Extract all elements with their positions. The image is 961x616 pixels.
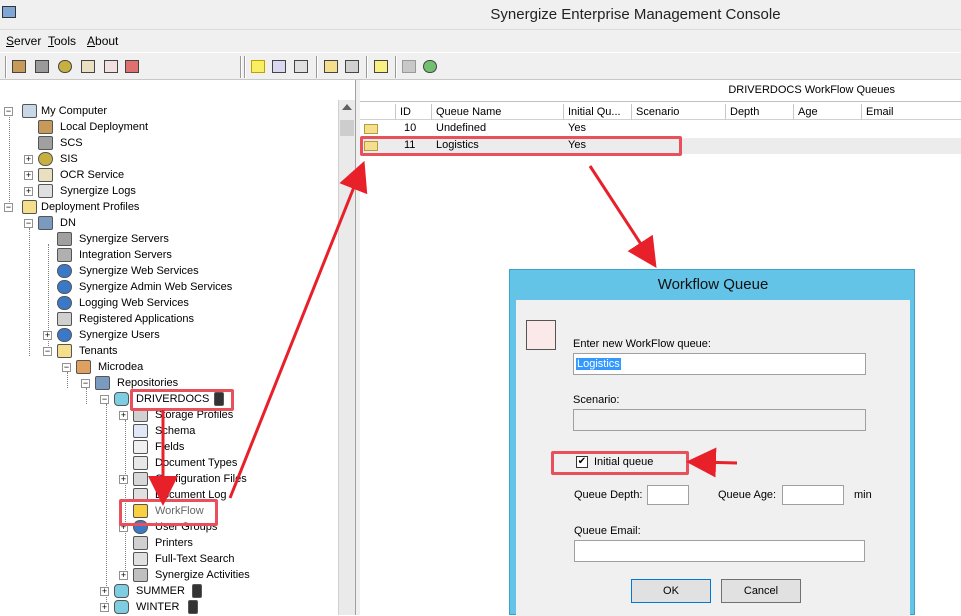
apps-icon [57, 312, 72, 326]
queue-email-field[interactable] [574, 540, 865, 562]
highlight-workflow [119, 499, 218, 526]
column-initial-queue[interactable]: Initial Qu... [564, 104, 632, 120]
queue-grid-header: ID Queue Name Initial Qu... Scenario Dep… [360, 104, 961, 120]
queue-name-label: Enter new WorkFlow queue: [573, 338, 711, 350]
column-age[interactable]: Age [794, 104, 862, 120]
queue-age-label: Queue Age: [718, 489, 777, 501]
ok-button[interactable]: OK [631, 579, 711, 603]
scenario-label: Scenario: [573, 394, 620, 406]
queue-age-unit: min [854, 489, 872, 501]
queue-age-field[interactable] [782, 485, 844, 505]
search-icon [133, 552, 148, 566]
edit-icon [526, 320, 556, 350]
queue-depth-label: Queue Depth: [574, 489, 643, 501]
database-icon [114, 600, 129, 614]
profile-icon [38, 216, 53, 230]
title-bar: Synergize Enterprise Management Console [0, 0, 961, 30]
column-email[interactable]: Email [862, 104, 961, 120]
highlight-logistics-row [360, 136, 682, 156]
scroll-up-icon[interactable] [342, 104, 352, 110]
menu-tools[interactable]: Tools [48, 34, 76, 48]
scroll-thumb[interactable] [340, 120, 354, 136]
table-row[interactable]: 10 Undefined Yes [360, 121, 961, 137]
globe-icon [57, 264, 72, 278]
open-folder-icon[interactable] [322, 58, 340, 75]
menu-server[interactable]: Server [6, 34, 41, 48]
repositories-icon [95, 376, 110, 390]
toolbar-separator [5, 56, 7, 78]
tree-pane[interactable]: − My Computer Local Deployment SCS + SIS… [0, 80, 356, 615]
window-title: Synergize Enterprise Management Console [490, 6, 781, 23]
workflow-queue-dialog: Workflow Queue Enter new WorkFlow queue:… [509, 269, 915, 616]
scenario-field[interactable] [573, 409, 866, 431]
toolbar-separator [366, 56, 368, 78]
document-types-icon [133, 456, 148, 470]
column-depth[interactable]: Depth [726, 104, 794, 120]
schema-icon [133, 424, 148, 438]
log-icon [38, 184, 53, 198]
deploy-icon[interactable] [10, 58, 28, 75]
properties-icon[interactable] [270, 58, 288, 75]
notes-icon[interactable] [372, 58, 390, 75]
server-icon [57, 232, 72, 246]
arrow-logistics-to-dialog [588, 165, 657, 269]
sis-icon [38, 152, 53, 166]
queue-depth-field[interactable] [647, 485, 689, 505]
queue-name-field[interactable]: Logistics [573, 353, 866, 375]
toolbar-separator [316, 56, 318, 78]
network-icon[interactable] [33, 58, 51, 75]
tenant-icon [76, 360, 91, 374]
toolbar-separator [244, 56, 246, 78]
export-icon[interactable] [123, 58, 141, 75]
folder-open-icon [57, 344, 72, 358]
folder-icon [364, 124, 378, 134]
queue-list-header: DRIVERDOCS WorkFlow Queues [360, 80, 961, 102]
book-icon[interactable] [79, 58, 97, 75]
book-icon [38, 168, 53, 182]
folder-open-icon [22, 200, 37, 214]
traffic-light-icon [188, 600, 198, 614]
queue-list-title: DRIVERDOCS WorkFlow Queues [728, 84, 895, 96]
deploy-icon [38, 120, 53, 134]
pane-splitter[interactable] [356, 80, 360, 615]
menu-about[interactable]: About [87, 34, 118, 48]
toolbar-separator [240, 56, 242, 78]
globe-icon [57, 296, 72, 310]
queue-email-label: Queue Email: [574, 525, 641, 537]
config-icon [133, 472, 148, 486]
traffic-light-icon [192, 584, 202, 598]
menu-bar: Server Tools About [0, 30, 961, 52]
grid-icon[interactable] [400, 58, 418, 75]
column-id[interactable]: ID [396, 104, 432, 120]
highlight-driverdocs [130, 389, 234, 411]
refresh-icon[interactable] [421, 58, 439, 75]
computer-icon [22, 104, 37, 118]
printer-icon [133, 536, 148, 550]
users-icon [57, 328, 72, 342]
column-queue-name[interactable]: Queue Name [432, 104, 564, 120]
activities-icon [133, 568, 148, 582]
new-icon[interactable] [249, 58, 267, 75]
toolbar-separator [395, 56, 397, 78]
column-scenario[interactable]: Scenario [632, 104, 726, 120]
integration-icon [57, 248, 72, 262]
column-icon[interactable] [360, 104, 396, 120]
database-icon [114, 392, 129, 406]
settings-icon[interactable] [292, 58, 310, 75]
move-down-icon[interactable] [343, 58, 361, 75]
edit-icon[interactable] [102, 58, 120, 75]
fields-icon [133, 440, 148, 454]
globe-icon [57, 280, 72, 294]
tree-scrollbar[interactable] [338, 100, 355, 615]
database-icon [114, 584, 129, 598]
sis-icon[interactable] [56, 58, 74, 75]
highlight-initial-queue [551, 451, 689, 475]
network-icon [38, 136, 53, 150]
toolbar [0, 52, 961, 80]
cancel-button[interactable]: Cancel [721, 579, 801, 603]
dialog-title: Workflow Queue [657, 276, 769, 293]
